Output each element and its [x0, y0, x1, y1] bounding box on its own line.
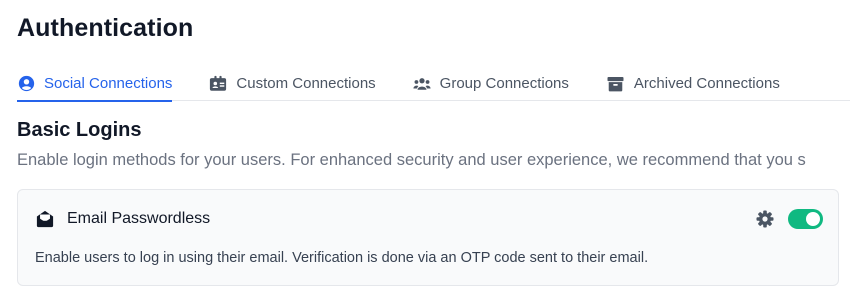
id-card-icon — [209, 75, 227, 93]
gear-icon[interactable] — [755, 209, 775, 229]
toggle-knob — [806, 212, 820, 226]
enable-toggle[interactable] — [788, 209, 823, 229]
section-description: Enable login methods for your users. For… — [17, 151, 806, 169]
authentication-page: Authentication Social Connections Custom… — [0, 0, 850, 295]
tab-label: Custom Connections — [236, 75, 376, 92]
tab-group-connections[interactable]: Group Connections — [413, 66, 569, 101]
tab-label: Group Connections — [439, 75, 569, 92]
tab-archived-connections[interactable]: Archived Connections — [607, 66, 780, 101]
tab-label: Social Connections — [44, 75, 173, 92]
connection-tabs: Social Connections Custom Connections Gr… — [17, 66, 850, 102]
tab-custom-connections[interactable]: Custom Connections — [209, 66, 376, 101]
user-circle-icon — [17, 75, 35, 93]
archive-box-icon — [607, 75, 625, 93]
connection-card: Email Passwordless Enable users to log i… — [17, 189, 839, 286]
connection-description: Enable users to log in using their email… — [35, 250, 649, 266]
users-icon — [413, 75, 431, 93]
page-title: Authentication — [17, 14, 194, 42]
envelope-open-icon — [36, 210, 54, 228]
connection-title: Email Passwordless — [67, 210, 211, 227]
tab-social-connections[interactable]: Social Connections — [17, 66, 173, 102]
section-title: Basic Logins — [17, 119, 142, 141]
tab-label: Archived Connections — [633, 75, 780, 92]
